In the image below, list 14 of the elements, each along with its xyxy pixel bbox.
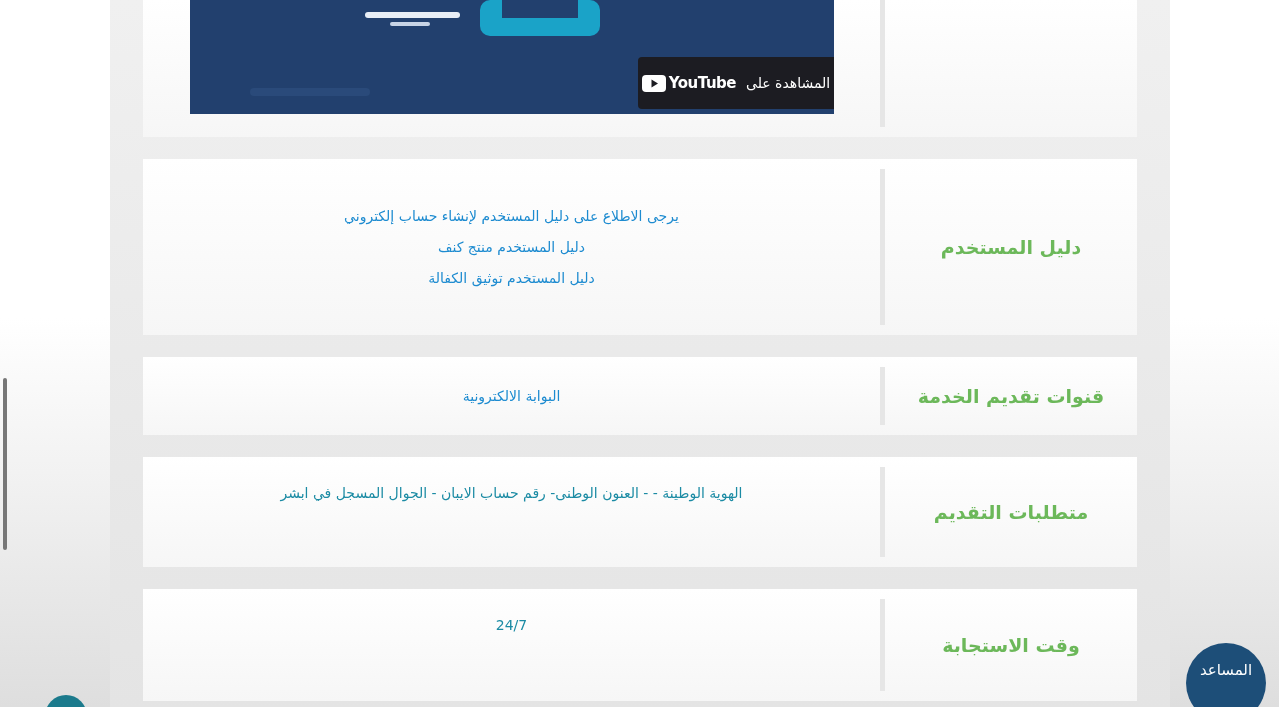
link[interactable]: دليل المستخدم توثيق الكفالة bbox=[428, 270, 595, 286]
link[interactable]: البوابة الالكترونية bbox=[462, 388, 561, 404]
value-text: الهوية الوطينة - - العنون الوطنى- رقم حساب الايبان - الجوال المسجل في ابشر bbox=[280, 485, 743, 501]
link[interactable]: دليل المستخدم منتج كنف bbox=[437, 239, 586, 255]
link[interactable]: يرجى الاطلاع على دليل المستخدم لإنشاء حساب إلكتروني bbox=[344, 208, 679, 224]
brand-name: YouTube bbox=[668, 74, 736, 92]
row-label: دليل المستخدم bbox=[940, 236, 1082, 258]
row-label: متطلبات التقديم bbox=[933, 501, 1089, 523]
value-text: 24/7 bbox=[495, 617, 528, 633]
row-label: قنوات تقديم الخدمة bbox=[917, 385, 1105, 407]
play-icon bbox=[641, 74, 666, 92]
row-label: وقت الاستجابة bbox=[942, 634, 1080, 656]
assistant-button[interactable]: المساعد bbox=[1186, 643, 1266, 707]
scrollbar[interactable] bbox=[3, 378, 7, 550]
